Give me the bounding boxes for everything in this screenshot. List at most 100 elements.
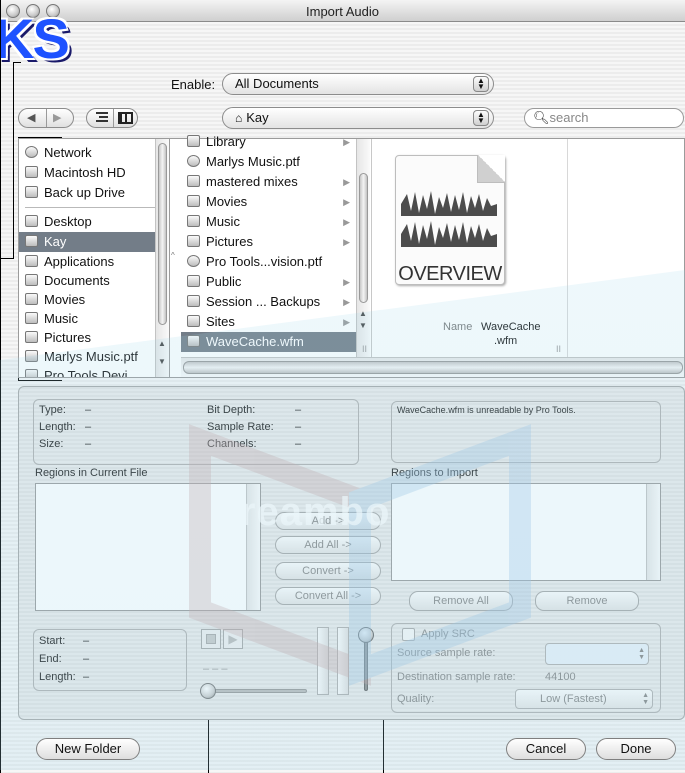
add-all-button[interactable]: Add All -> — [275, 536, 381, 554]
sidebar-item-music[interactable]: Music — [19, 309, 169, 328]
source-rate-field[interactable]: ▲ ▼ — [545, 643, 649, 665]
callout-line — [13, 62, 21, 63]
column-divider — [567, 139, 568, 357]
sidebar-item-kay[interactable]: Kay — [19, 232, 169, 252]
sidebar-item-label: Desktop — [44, 214, 92, 229]
search-input[interactable]: 🔍︎search — [524, 108, 684, 128]
column-resize-icon[interactable]: II — [556, 344, 561, 354]
stepper-arrows-icon[interactable]: ▲ ▼ — [638, 647, 645, 661]
sidebar-scrollbar[interactable]: ▲ ▼ — [155, 139, 169, 377]
regions-import-list[interactable] — [391, 483, 661, 581]
file-item-library[interactable]: Library ▶ — [181, 132, 356, 152]
scroll-down-icon[interactable]: ▼ — [158, 357, 166, 366]
apply-src-checkbox[interactable] — [402, 628, 415, 641]
sidebar-item-backup-drive[interactable]: Back up Drive — [19, 183, 169, 203]
file-preview-icon: OVERVIEW — [391, 155, 511, 295]
column-resize-icon[interactable]: ^ — [171, 251, 175, 260]
session-file-icon — [187, 255, 200, 267]
end-label: End: — [39, 653, 62, 665]
regions-current-list[interactable] — [35, 483, 261, 611]
convert-button[interactable]: Convert -> — [275, 562, 381, 580]
selection-length-label: Length: — [39, 671, 76, 683]
sidebar-separator — [25, 207, 163, 208]
start-value: – — [83, 635, 90, 647]
files-scrollbar[interactable]: ▲ ▼ — [356, 139, 370, 377]
callout-line-left — [0, 0, 1, 773]
volume-slider-knob[interactable] — [358, 627, 374, 643]
enable-popup[interactable]: All Documents ▲ ▼ — [222, 73, 494, 95]
waveform-file-icon — [187, 335, 200, 347]
disclosure-arrow-icon: ▶ — [343, 197, 350, 207]
view-mode-buttons[interactable] — [86, 108, 138, 128]
scroll-up-icon[interactable]: ▲ — [158, 339, 166, 348]
sidebar-item-movies[interactable]: Movies — [19, 290, 169, 309]
file-item-pictures[interactable]: Pictures ▶ — [181, 232, 356, 252]
column-view-icon[interactable] — [118, 112, 133, 124]
file-item-session-backups[interactable]: Session ... Backups ▶ — [181, 292, 356, 312]
popup-arrows-icon: ▲ ▼ — [473, 110, 489, 126]
scroll-thumb[interactable] — [359, 173, 368, 303]
sidebar-item-documents[interactable]: Documents — [19, 271, 169, 290]
file-item-wavecache[interactable]: WaveCache.wfm — [181, 332, 356, 352]
stop-button[interactable] — [201, 629, 221, 649]
channels-label: Channels: — [207, 438, 257, 450]
done-button[interactable]: Done — [596, 738, 676, 760]
counter-display: – – – — [203, 663, 228, 675]
applications-icon — [25, 255, 38, 267]
scroll-thumb[interactable] — [158, 143, 167, 325]
sidebar-item-label: Music — [44, 311, 78, 326]
disclosure-arrow-icon: ▶ — [343, 277, 350, 287]
regions-import-scrollbar[interactable] — [646, 484, 660, 580]
file-item-sites[interactable]: Sites ▶ — [181, 312, 356, 332]
preview-name-value-ext: .wfm — [494, 335, 518, 347]
file-item-music[interactable]: Music ▶ — [181, 212, 356, 232]
column-divider — [169, 139, 170, 377]
scroll-up-icon[interactable]: ▲ — [359, 309, 367, 318]
file-item-label: WaveCache.wfm — [206, 334, 304, 349]
status-message: WaveCache.wfm is unreadable by Pro Tools… — [397, 405, 576, 415]
horizontal-scrollbar[interactable] — [181, 357, 684, 377]
file-item-mastered-mixes[interactable]: mastered mixes ▶ — [181, 172, 356, 192]
desktop-icon — [25, 215, 38, 227]
play-button[interactable]: ▶ — [223, 629, 243, 649]
location-popup[interactable]: ⌂ Kay ▲ ▼ — [222, 107, 494, 129]
sidebar-item-pictures[interactable]: Pictures — [19, 328, 169, 347]
files-column: Library ▶ Marlys Music.ptf mastered mixes… — [181, 132, 356, 377]
movie-icon — [25, 293, 38, 305]
folder-icon — [187, 235, 200, 247]
column-resize-icon[interactable]: II — [362, 344, 367, 354]
regions-current-scrollbar[interactable] — [246, 484, 260, 610]
sidebar-item-applications[interactable]: Applications — [19, 252, 169, 271]
add-button[interactable]: Add -> — [275, 512, 381, 530]
file-item-movies[interactable]: Movies ▶ — [181, 192, 356, 212]
file-item-label: Public — [206, 274, 242, 289]
sidebar-item-marlys-music[interactable]: Marlys Music.ptf — [19, 347, 169, 366]
cancel-button[interactable]: Cancel — [506, 738, 586, 760]
file-item-label: Marlys Music.ptf — [206, 154, 300, 169]
new-folder-button[interactable]: New Folder — [36, 738, 140, 760]
back-forward-buttons[interactable]: ◀ ▶ — [18, 108, 74, 128]
sidebar-item-macintosh-hd[interactable]: Macintosh HD — [19, 163, 169, 183]
apply-src-label: Apply SRC — [421, 628, 475, 640]
remove-all-button[interactable]: Remove All — [409, 591, 513, 611]
sidebar-item-pro-tools[interactable]: Pro Tools Devi... — [19, 366, 169, 377]
scrub-slider-knob[interactable] — [200, 683, 216, 699]
back-arrow-icon[interactable]: ◀ — [27, 111, 35, 124]
sidebar-item-network[interactable]: Network — [19, 143, 169, 163]
folder-icon — [187, 295, 200, 307]
convert-all-button[interactable]: Convert All -> — [275, 587, 381, 605]
sidebar-item-desktop[interactable]: Desktop — [19, 212, 169, 232]
quality-popup[interactable]: Low (Fastest) ▲ ▼ — [515, 689, 653, 709]
volume-slider-track[interactable] — [364, 635, 368, 691]
scrub-slider-track[interactable] — [209, 689, 307, 693]
horizontal-scroll-thumb[interactable] — [183, 361, 683, 374]
type-label: Type: — [39, 404, 66, 416]
file-item-marlys-music[interactable]: Marlys Music.ptf — [181, 152, 356, 172]
file-item-public[interactable]: Public ▶ — [181, 272, 356, 292]
remove-button[interactable]: Remove — [535, 591, 639, 611]
forward-arrow-icon[interactable]: ▶ — [53, 111, 61, 124]
file-item-pro-tools-vision[interactable]: Pro Tools...vision.ptf — [181, 252, 356, 272]
file-item-label: mastered mixes — [206, 174, 298, 189]
scroll-down-icon[interactable]: ▼ — [359, 321, 367, 330]
search-icon: 🔍︎ — [533, 110, 550, 125]
